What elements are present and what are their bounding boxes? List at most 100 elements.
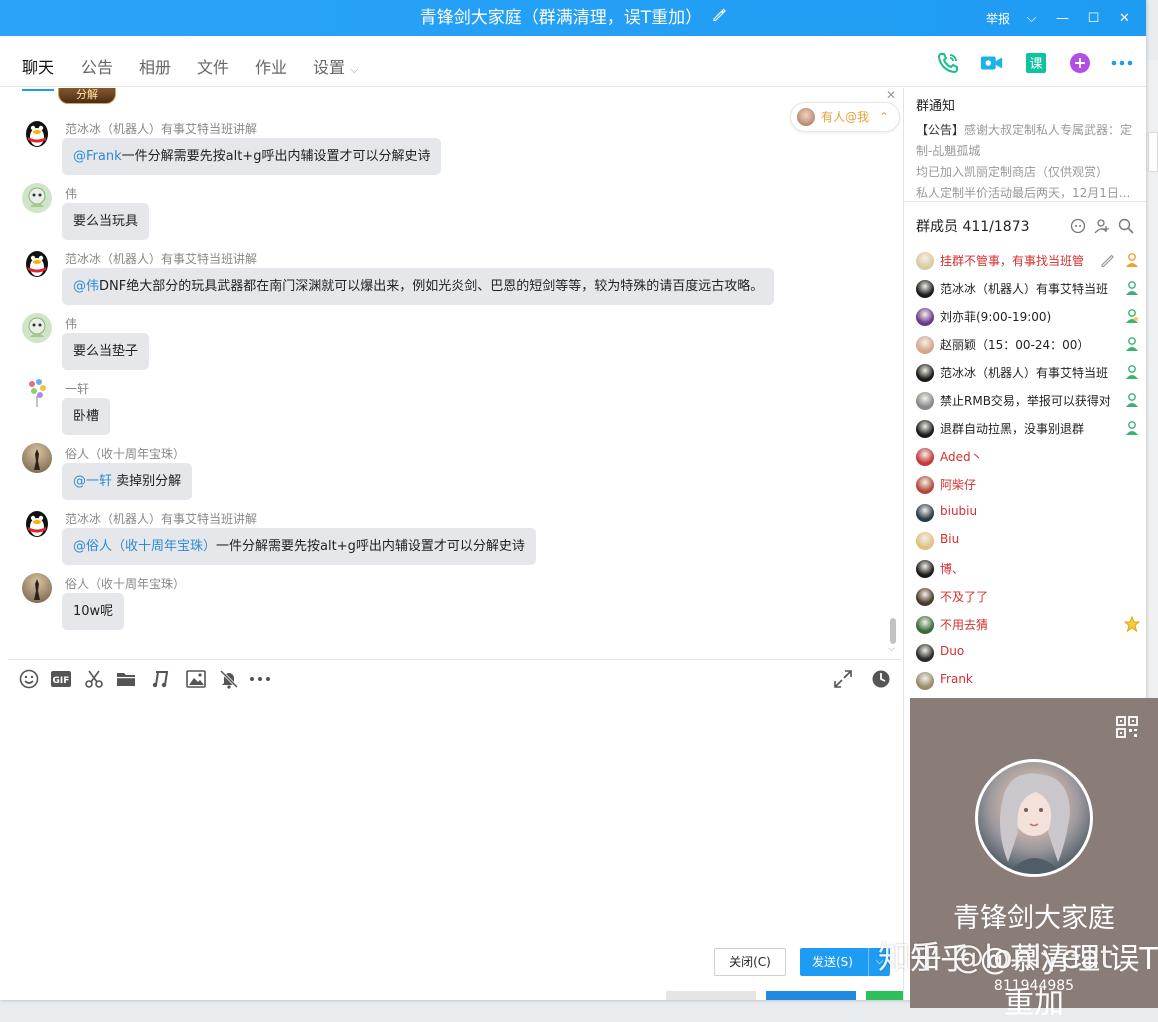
close-button[interactable]: 关闭(C) [714, 948, 786, 976]
more-icon[interactable] [1110, 51, 1134, 75]
member-row[interactable]: 刘亦菲(9:00-19:00) [916, 306, 1142, 328]
chat-message-area[interactable]: 分解 ✕ 有人@我 ⌃ 范冰冰（机器人）有事艾特当班讲解 @Frank一件分解需… [8, 88, 902, 658]
sender-name[interactable]: 范冰冰（机器人）有事艾特当班讲解 [65, 510, 257, 527]
penguin-avatar[interactable] [22, 508, 52, 538]
message-bubble[interactable]: 卧槽 [62, 398, 111, 435]
member-row[interactable]: 赵丽颖（15：00-24：00） [916, 334, 1142, 356]
group-notice[interactable]: 群通知 【公告】感谢大叔定制私人专属武器：定 制-乩魈孤城 均已加入凯丽定制商店… [904, 88, 1146, 202]
member-row[interactable]: 不及了了 [916, 586, 1142, 608]
member-avatar[interactable] [916, 644, 934, 662]
sender-name[interactable]: 范冰冰（机器人）有事艾特当班讲解 [65, 250, 257, 267]
message-bubble[interactable]: 10w呢 [62, 593, 125, 630]
avatar[interactable] [22, 183, 52, 213]
message-bubble[interactable]: 要么当玩具 [62, 203, 150, 240]
add-member-icon[interactable] [1094, 218, 1110, 238]
group-chat-icon[interactable] [1070, 218, 1086, 238]
mention-link[interactable]: @一轩 [73, 474, 112, 489]
mention-link[interactable]: @俗人（收十周年宝珠） [73, 539, 216, 554]
member-row[interactable]: 范冰冰（机器人）有事艾特当班 [916, 362, 1142, 384]
member-avatar[interactable] [916, 308, 934, 326]
message-bubble[interactable]: @伟DNF绝大部分的玩具武器都在南门深渊就可以爆出来，例如光炎剑、巴恩的短剑等等… [62, 268, 775, 305]
scissors-icon[interactable] [83, 668, 105, 690]
member-row[interactable]: 不用去猜 [916, 614, 1142, 636]
tab-files[interactable]: 文件 [197, 54, 229, 78]
course-icon[interactable]: 课 [1024, 51, 1048, 75]
member-row[interactable]: 阿柴仔 [916, 474, 1142, 496]
report-button[interactable]: 举报 [986, 10, 1010, 27]
image-icon[interactable] [185, 668, 207, 690]
avatar[interactable] [22, 313, 52, 343]
history-icon[interactable] [870, 668, 892, 690]
member-avatar[interactable] [916, 560, 934, 578]
mention-link[interactable]: @Frank [73, 149, 122, 164]
member-avatar[interactable] [916, 448, 934, 466]
tab-album[interactable]: 相册 [139, 54, 171, 78]
sender-name[interactable]: 伟 [65, 185, 77, 202]
member-avatar[interactable] [916, 280, 934, 298]
gif-icon[interactable]: GIF [50, 668, 72, 690]
sender-name[interactable]: 一轩 [65, 380, 89, 397]
member-avatar[interactable] [916, 588, 934, 606]
member-avatar[interactable] [916, 252, 934, 270]
tab-homework[interactable]: 作业 [255, 54, 287, 78]
member-avatar[interactable] [916, 532, 934, 550]
member-avatar[interactable] [916, 672, 934, 690]
more-icon[interactable] [249, 668, 271, 690]
avatar[interactable] [22, 378, 52, 408]
sender-name[interactable]: 伟 [65, 315, 77, 332]
member-row[interactable]: Aded丶 [916, 446, 1142, 468]
penguin-avatar[interactable] [22, 118, 52, 148]
folder-icon[interactable] [115, 668, 137, 690]
message-input[interactable] [8, 698, 902, 938]
message-bubble[interactable]: 要么当垫子 [62, 333, 150, 370]
member-row[interactable]: 退群自动拉黑，没事别退群 [916, 418, 1142, 440]
message-bubble[interactable]: @俗人（收十周年宝珠）一件分解需要先按alt+g呼出内辅设置才可以分解史诗 [62, 528, 536, 565]
member-avatar[interactable] [916, 364, 934, 382]
send-button[interactable]: 发送(S) ⌵ [800, 948, 890, 976]
member-row[interactable]: 挂群不管事，有事找当班管 [916, 250, 1142, 272]
mention-link[interactable]: @伟 [73, 279, 99, 294]
phone-icon[interactable] [936, 51, 960, 75]
video-icon[interactable] [980, 51, 1004, 75]
title-bar[interactable]: 青锋剑大家庭（群满清理，误T重加） 举报 ⌵ — ☐ ✕ [0, 0, 1146, 36]
penguin-avatar[interactable] [22, 248, 52, 278]
tab-chat[interactable]: 聊天 [22, 54, 55, 91]
expand-icon[interactable] [832, 668, 854, 690]
music-icon[interactable] [149, 668, 171, 690]
member-row[interactable]: 禁止RMB交易，举报可以获得对 [916, 390, 1142, 412]
search-icon[interactable] [1118, 218, 1134, 238]
qr-code-icon[interactable] [1116, 716, 1138, 738]
member-row[interactable]: biubiu [916, 502, 1142, 524]
emoji-icon[interactable] [18, 668, 40, 690]
close-icon[interactable]: ✕ [1109, 11, 1140, 26]
member-avatar[interactable] [916, 616, 934, 634]
sender-name[interactable]: 俗人（收十周年宝珠） [65, 445, 185, 462]
sender-name[interactable]: 范冰冰（机器人）有事艾特当班讲解 [65, 120, 257, 137]
member-row[interactable]: Duo [916, 642, 1142, 664]
pencil-icon[interactable] [1100, 252, 1116, 268]
tab-settings[interactable]: 设置 ⌵ [313, 54, 358, 78]
pencil-icon[interactable] [712, 0, 727, 36]
avatar[interactable] [22, 573, 52, 603]
member-row[interactable]: 范冰冰（机器人）有事艾特当班 [916, 278, 1142, 300]
member-avatar[interactable] [916, 476, 934, 494]
member-avatar[interactable] [916, 392, 934, 410]
message-bubble[interactable]: @一轩 卖掉别分解 [62, 463, 193, 500]
bell-off-icon[interactable] [218, 668, 240, 690]
member-avatar[interactable] [916, 420, 934, 438]
plus-icon[interactable] [1068, 51, 1092, 75]
member-row[interactable]: 博、 [916, 558, 1142, 580]
chevron-down-icon[interactable]: ⌵ [1016, 11, 1047, 26]
chat-scrollbar[interactable] [890, 618, 896, 644]
sender-name[interactable]: 俗人（收十周年宝珠） [65, 575, 185, 592]
avatar[interactable] [22, 443, 52, 473]
group-avatar[interactable] [975, 759, 1093, 877]
member-avatar[interactable] [916, 504, 934, 522]
member-row[interactable]: Biu [916, 530, 1142, 552]
maximize-icon[interactable]: ☐ [1078, 11, 1109, 26]
close-icon[interactable]: ✕ [886, 88, 896, 102]
chevron-down-icon[interactable]: ⌵ [888, 644, 895, 654]
message-bubble[interactable]: @Frank一件分解需要先按alt+g呼出内辅设置才可以分解史诗 [62, 138, 442, 175]
member-row[interactable]: Frank [916, 670, 1142, 692]
minimize-icon[interactable]: — [1047, 11, 1078, 26]
